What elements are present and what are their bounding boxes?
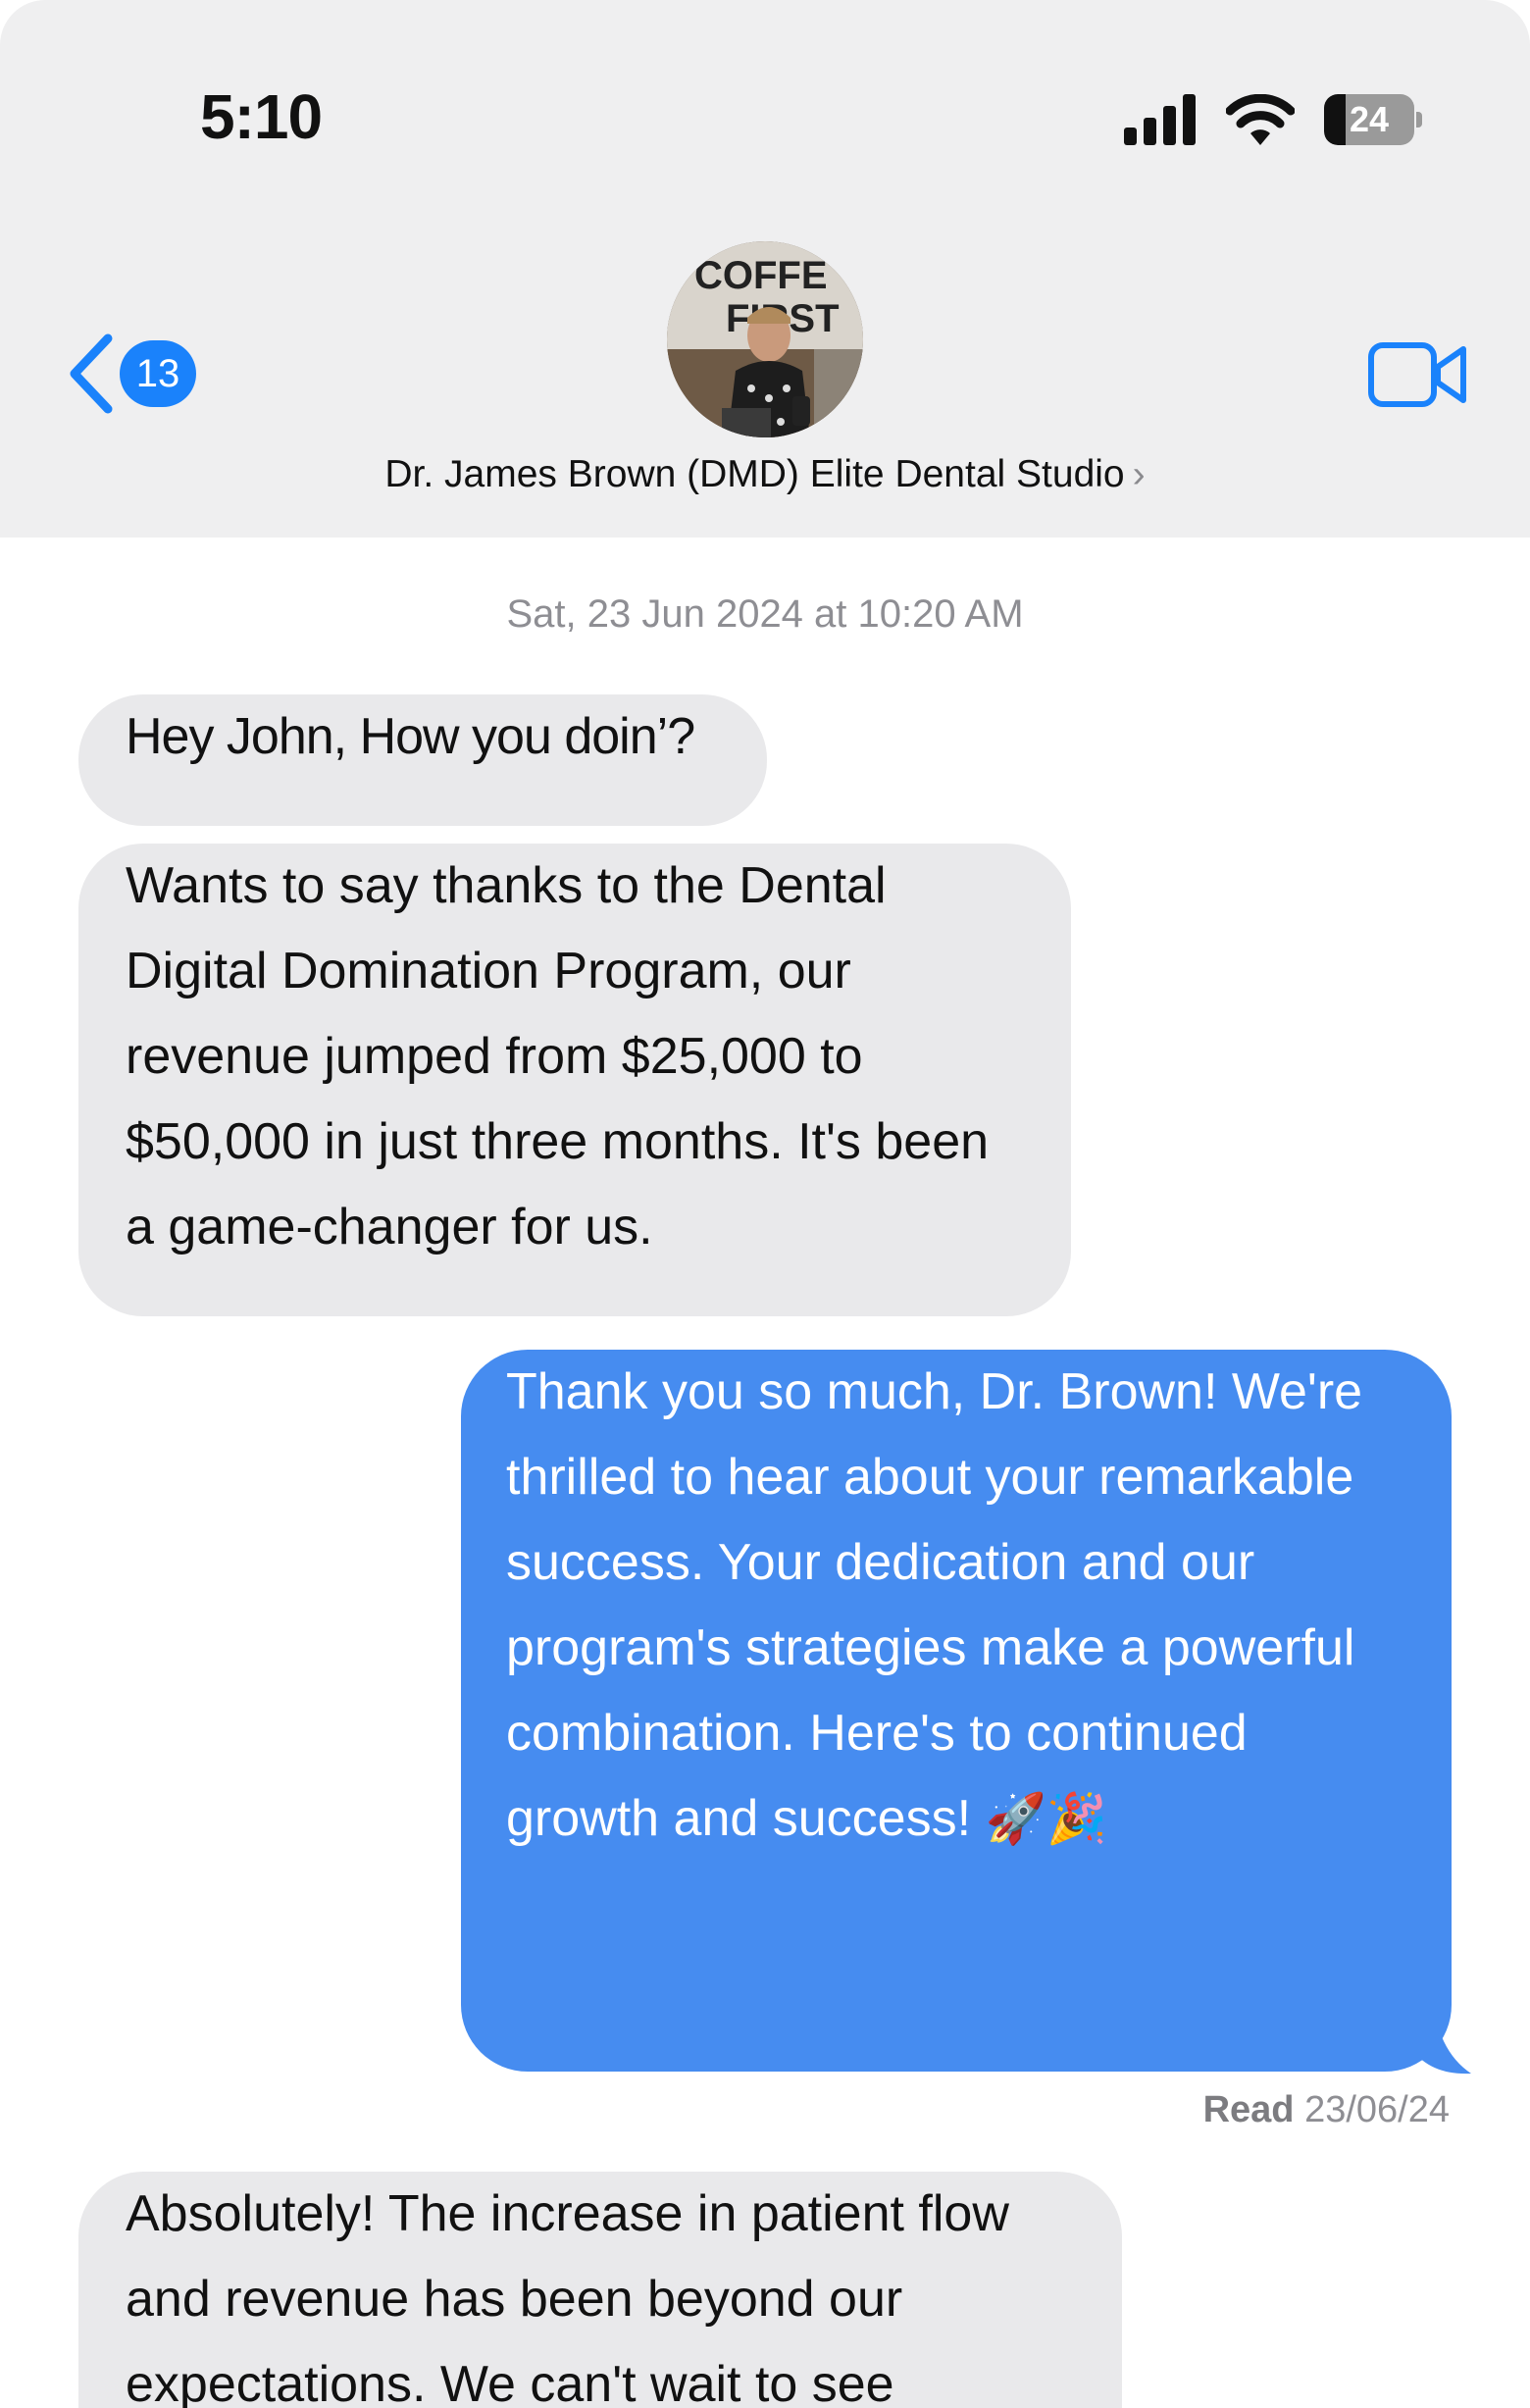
message-text: Absolutely! The increase in patient flow… xyxy=(126,2185,1009,2408)
status-icons: 24 xyxy=(1124,90,1422,149)
wifi-icon xyxy=(1226,94,1295,145)
chevron-right-icon: › xyxy=(1132,453,1146,495)
read-label: Read xyxy=(1202,2089,1295,2130)
read-date: 23/06/24 xyxy=(1304,2089,1450,2130)
contact-name[interactable]: Dr. James Brown (DMD) Elite Dental Studi… xyxy=(0,453,1530,496)
incoming-message-bubble[interactable]: Absolutely! The increase in patient flow… xyxy=(78,2172,1122,2408)
read-receipt: Read 23/06/24 xyxy=(1203,2089,1450,2131)
status-time: 5:10 xyxy=(200,81,323,152)
svg-text:COFFE: COFFE xyxy=(694,254,828,297)
contact-photo: COFFE FIRST xyxy=(667,241,863,437)
incoming-message-bubble[interactable]: Hey John, How you doin’? xyxy=(78,694,767,826)
chevron-left-icon xyxy=(70,333,113,414)
message-text: Hey John, How you doin’? xyxy=(126,708,695,765)
back-button[interactable]: 13 xyxy=(65,330,196,418)
message-text: Thank you so much, Dr. Brown! We're thri… xyxy=(506,1363,1363,1847)
conversation-header: 5:10 24 13 COFFE Dr. James Brown (DMD) E… xyxy=(0,0,1530,538)
cellular-signal-icon xyxy=(1124,94,1196,145)
battery-icon: 24 xyxy=(1324,94,1422,145)
contact-avatar[interactable]: COFFE FIRST xyxy=(667,241,863,437)
unread-count-badge: 13 xyxy=(120,340,196,407)
message-text: Wants to say thanks to the Dental Digita… xyxy=(126,857,990,1255)
outgoing-message-bubble[interactable]: Thank you so much, Dr. Brown! We're thri… xyxy=(461,1350,1452,2072)
battery-level: 24 xyxy=(1349,99,1390,139)
emoji-rocket-party: 🚀🎉 xyxy=(985,1791,1107,1846)
messages-screen: 5:10 24 13 COFFE Dr. James Brown (DMD) E… xyxy=(0,0,1530,2408)
video-call-button[interactable] xyxy=(1367,339,1469,410)
contact-name-label: Dr. James Brown (DMD) Elite Dental Studi… xyxy=(384,453,1125,495)
incoming-message-bubble[interactable]: Wants to say thanks to the Dental Digita… xyxy=(78,844,1071,1316)
conversation-timestamp: Sat, 23 Jun 2024 at 10:20 AM xyxy=(506,592,1024,636)
